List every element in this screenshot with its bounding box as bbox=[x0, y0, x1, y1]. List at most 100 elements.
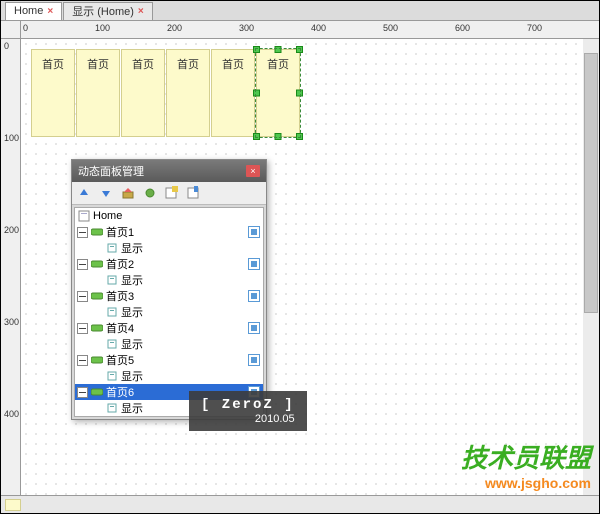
widget-panel[interactable]: 首页 bbox=[256, 49, 300, 137]
visibility-icon[interactable] bbox=[247, 353, 261, 367]
child-icon bbox=[105, 305, 119, 319]
tree-item[interactable]: 首页3 bbox=[75, 288, 263, 304]
widget-panel[interactable]: 首页 bbox=[166, 49, 210, 137]
tree-child[interactable]: 显示 bbox=[75, 272, 263, 288]
widget-label: 首页 bbox=[177, 56, 199, 136]
expander-icon[interactable] bbox=[77, 227, 88, 238]
tree-root[interactable]: Home bbox=[75, 208, 263, 224]
tree-label: 显示 bbox=[121, 336, 143, 352]
watermark-url: www.jsgho.com bbox=[461, 475, 591, 491]
tree-child[interactable]: 显示 bbox=[75, 240, 263, 256]
tree-item[interactable]: 首页2 bbox=[75, 256, 263, 272]
scrollbar-vertical[interactable] bbox=[583, 39, 599, 495]
scrollbar-thumb[interactable] bbox=[584, 53, 598, 313]
overlay-date: 2010.05 bbox=[201, 413, 295, 425]
expander-icon[interactable] bbox=[77, 355, 88, 366]
state-icon bbox=[90, 353, 104, 367]
tree-item[interactable]: 首页5 bbox=[75, 352, 263, 368]
child-icon bbox=[105, 273, 119, 287]
widget-label: 首页 bbox=[87, 56, 109, 136]
resize-handle[interactable] bbox=[296, 90, 303, 97]
tree-label: 显示 bbox=[121, 272, 143, 288]
widget-panel[interactable]: 首页 bbox=[76, 49, 120, 137]
add-panel-icon[interactable] bbox=[164, 185, 180, 201]
tree-child[interactable]: 显示 bbox=[75, 368, 263, 384]
state-icon bbox=[90, 385, 104, 399]
widget-label: 首页 bbox=[132, 56, 154, 136]
tab-home[interactable]: Home × bbox=[5, 2, 62, 20]
ruler-tick: 0 bbox=[23, 23, 28, 33]
tree-label: Home bbox=[93, 210, 122, 222]
overlay-title: [ ZeroZ ] bbox=[201, 397, 295, 413]
tree-label: 首页1 bbox=[106, 224, 134, 240]
child-icon bbox=[105, 241, 119, 255]
expander-icon[interactable] bbox=[77, 323, 88, 334]
tree-item[interactable]: 首页4 bbox=[75, 320, 263, 336]
tree-view[interactable]: Home首页1显示首页2显示首页3显示首页4显示首页5显示首页6显示 bbox=[74, 207, 264, 417]
tree-label: 首页5 bbox=[106, 352, 134, 368]
expander-icon[interactable] bbox=[77, 259, 88, 270]
visibility-icon[interactable] bbox=[247, 257, 261, 271]
widget-row: 首页首页首页首页首页首页 bbox=[31, 49, 300, 137]
tree-label: 显示 bbox=[121, 400, 143, 416]
tree-label: 首页2 bbox=[106, 256, 134, 272]
state-icon bbox=[90, 289, 104, 303]
resize-handle[interactable] bbox=[296, 133, 303, 140]
widget-label: 首页 bbox=[267, 56, 289, 136]
panel-titlebar[interactable]: 动态面板管理 × bbox=[72, 160, 266, 182]
ruler-tick: 400 bbox=[4, 409, 19, 419]
ruler-tick: 100 bbox=[95, 23, 110, 33]
tree-child[interactable]: 显示 bbox=[75, 336, 263, 352]
ruler-tick: 400 bbox=[311, 23, 326, 33]
widget-panel[interactable]: 首页 bbox=[121, 49, 165, 137]
tree-item[interactable]: 首页1 bbox=[75, 224, 263, 240]
canvas[interactable]: 首页首页首页首页首页首页 动态面板管理 × Home首页1显示首页2显示首页3显… bbox=[21, 39, 599, 495]
close-icon[interactable]: × bbox=[138, 6, 144, 17]
ruler-tick: 200 bbox=[4, 225, 19, 235]
ruler-tick: 0 bbox=[4, 41, 9, 51]
visibility-icon[interactable] bbox=[247, 289, 261, 303]
visibility-icon[interactable] bbox=[247, 225, 261, 239]
resize-handle[interactable] bbox=[275, 46, 282, 53]
tab-display[interactable]: 显示 (Home) × bbox=[63, 2, 153, 20]
ruler-tick: 300 bbox=[4, 317, 19, 327]
ruler-tick: 100 bbox=[4, 133, 19, 143]
state-icon bbox=[90, 321, 104, 335]
ruler-vertical[interactable]: 0 100 200 300 400 bbox=[1, 39, 21, 495]
tab-bar: Home × 显示 (Home) × bbox=[1, 1, 599, 21]
app-window: Home × 显示 (Home) × 0 100 200 300 400 500 600 70… bbox=[0, 0, 600, 514]
tab-label: 显示 (Home) bbox=[72, 3, 134, 19]
expander-icon[interactable] bbox=[77, 291, 88, 302]
state-icon bbox=[90, 257, 104, 271]
widget-panel[interactable]: 首页 bbox=[31, 49, 75, 137]
tree-label: 显示 bbox=[121, 304, 143, 320]
gear-icon[interactable] bbox=[142, 185, 158, 201]
ruler-tick: 600 bbox=[455, 23, 470, 33]
watermark: 技术员联盟 www.jsgho.com bbox=[461, 438, 591, 491]
dynamic-panel-manager[interactable]: 动态面板管理 × Home首页1显示首页2显示首页3显示首页4显示首页5显示首页… bbox=[71, 159, 267, 420]
arrow-up-icon[interactable] bbox=[76, 185, 92, 201]
tree-label: 首页3 bbox=[106, 288, 134, 304]
panel-title: 动态面板管理 bbox=[78, 163, 144, 179]
panel-toolbar bbox=[72, 182, 266, 205]
copy-panel-icon[interactable] bbox=[186, 185, 202, 201]
arrow-down-icon[interactable] bbox=[98, 185, 114, 201]
tree-label: 显示 bbox=[121, 368, 143, 384]
ruler-horizontal[interactable]: 0100200300400500600700 bbox=[21, 21, 599, 39]
ruler-tick: 700 bbox=[527, 23, 542, 33]
child-icon bbox=[105, 401, 119, 415]
ruler-tick: 500 bbox=[383, 23, 398, 33]
resize-handle[interactable] bbox=[296, 46, 303, 53]
widget-label: 首页 bbox=[42, 56, 64, 136]
child-icon bbox=[105, 337, 119, 351]
visibility-icon[interactable] bbox=[247, 321, 261, 335]
close-icon[interactable]: × bbox=[47, 6, 53, 17]
tree-child[interactable]: 显示 bbox=[75, 304, 263, 320]
edit-icon[interactable] bbox=[120, 185, 136, 201]
child-icon bbox=[105, 369, 119, 383]
expander-icon[interactable] bbox=[77, 387, 88, 398]
widget-panel[interactable]: 首页 bbox=[211, 49, 255, 137]
close-icon[interactable]: × bbox=[246, 165, 260, 177]
page-icon bbox=[77, 209, 91, 223]
ruler-tick: 200 bbox=[167, 23, 182, 33]
